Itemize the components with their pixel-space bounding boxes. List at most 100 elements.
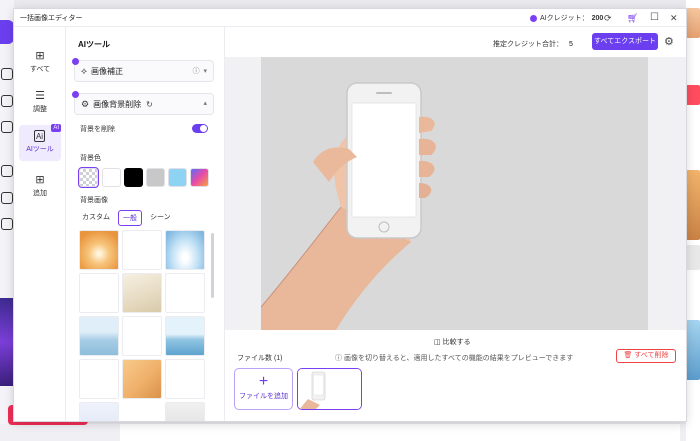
close-icon[interactable]: ✕ <box>670 12 678 24</box>
sliders-icon: ☰ <box>35 90 45 102</box>
file-thumbnail[interactable] <box>297 368 362 410</box>
compare-label: 比較する <box>442 339 471 346</box>
bg-thumb-5 <box>686 320 700 380</box>
status-dot <box>72 91 79 98</box>
info-chevron-icon[interactable]: ⓘ ▾ <box>193 66 207 76</box>
plus-box-icon: ⊞ <box>35 174 45 186</box>
bg-image-curtain[interactable] <box>122 273 162 313</box>
canvas-area <box>225 57 686 330</box>
bg-image-tabs: カスタム 一般 シーン <box>78 210 175 226</box>
remove-bg-toggle[interactable] <box>192 124 208 133</box>
bg-image-blank[interactable] <box>122 316 162 356</box>
bg-thumb-3 <box>686 170 700 240</box>
background-app-right <box>686 0 700 441</box>
bg-image-gray[interactable] <box>165 402 205 421</box>
bg-color-label: 背景色 <box>80 155 101 162</box>
preview-hint: ⓘ 画像を切り替えると、適用したすべての機能の結果をプレビューできます <box>335 353 573 363</box>
ai-credit-label: AIクレジット： <box>540 15 589 22</box>
delete-all-label: すべて削除 <box>634 352 669 359</box>
nav-item-label: 調整 <box>33 106 47 113</box>
title-bar: 一括画像エディター AIクレジット： 200 ⟳ 🛒︎ ☐ ✕ <box>14 9 686 27</box>
cart-icon[interactable]: 🛒︎ <box>627 12 638 24</box>
bg-image-pale[interactable] <box>79 402 119 421</box>
background-bottom-bar <box>0 424 700 441</box>
tab-scene[interactable]: シーン <box>146 210 175 226</box>
main-content: 推定クレジット合計： 5 すべてエクスポート ⚙ ◫ 比較する ファイル数 (1… <box>225 27 686 421</box>
status-dot <box>72 58 79 65</box>
credit-sum-value: 5 <box>569 41 573 48</box>
swatch-white[interactable] <box>102 168 121 187</box>
bg-image-sky-glow[interactable] <box>165 230 205 270</box>
layers-icon <box>1 165 13 177</box>
bg-image-ocean[interactable] <box>165 316 205 356</box>
gear-icon[interactable]: ⚙ <box>664 35 674 48</box>
chevron-up-icon[interactable]: ▴ <box>203 99 207 107</box>
file-thumbnail-image <box>298 369 361 409</box>
tool-enhance-card[interactable]: ⟡ 画像補正 ⓘ ▾ <box>72 58 214 82</box>
bg-image-sea[interactable] <box>79 316 119 356</box>
nav-rail: ⊞ すべて ☰ 調整 AI Ai AIツール ⊞ 追加 <box>14 27 66 421</box>
bg-image-sunburst[interactable] <box>79 230 119 270</box>
swatch-black[interactable] <box>124 168 143 187</box>
swatch-gradient[interactable] <box>190 168 209 187</box>
app-logo <box>0 20 14 44</box>
nav-item-label: 追加 <box>33 190 47 197</box>
nav-item-adjust[interactable]: ☰ 調整 <box>19 85 61 121</box>
refresh-icon[interactable]: ⟳ <box>604 12 612 24</box>
tool-enhance-label: 画像補正 <box>90 66 123 76</box>
panel-scrollbar[interactable] <box>211 233 214 298</box>
bg-image-blank[interactable] <box>165 359 205 399</box>
ai-credit-icon <box>530 14 537 22</box>
ai-credit-indicator: AIクレジット： 200 <box>530 12 603 24</box>
ai-credit-value: 200 <box>591 14 604 22</box>
swatch-gray[interactable] <box>146 168 165 187</box>
promo-banner <box>0 298 14 386</box>
bg-image-label: 背景画像 <box>80 197 108 204</box>
folder-icon <box>1 95 13 107</box>
swatch-light-blue[interactable] <box>168 168 187 187</box>
bg-image-warm-wall[interactable] <box>122 359 162 399</box>
reset-icon[interactable]: ↻ <box>146 100 153 109</box>
add-file-label: ファイルを追加 <box>239 393 288 400</box>
sparkle-icon: ⟡ <box>81 65 87 76</box>
preview-hint-text: 画像を切り替えると、適用したすべての機能の結果をプレビューできます <box>343 355 574 362</box>
compare-icon: ◫ <box>434 339 441 346</box>
trash-icon: 🗑︎ <box>623 352 633 359</box>
nav-item-label: AIツール <box>26 146 54 153</box>
bg-image-blank[interactable] <box>79 359 119 399</box>
maximize-icon[interactable]: ☐ <box>650 12 659 24</box>
bg-thumb-4 <box>686 245 700 270</box>
info-icon: ⓘ <box>335 355 342 362</box>
export-all-button[interactable]: すべてエクスポート <box>592 33 658 50</box>
home-icon <box>1 68 13 80</box>
swatch-transparent[interactable] <box>78 167 99 188</box>
file-count-label: ファイル数 (1) <box>237 355 283 362</box>
background-strip <box>120 424 680 441</box>
bg-image-blank[interactable] <box>122 230 162 270</box>
bg-thumb-1 <box>686 8 700 38</box>
hand-phone-image <box>261 82 436 330</box>
nav-item-ai-tools[interactable]: AI Ai AIツール <box>19 124 61 161</box>
document-icon <box>1 121 13 133</box>
add-file-button[interactable]: + ファイルを追加 <box>234 368 293 410</box>
estimated-credit: 推定クレジット合計： 5 <box>493 39 573 49</box>
ai-icon: Ai <box>34 130 45 142</box>
delete-all-button[interactable]: 🗑︎ すべて削除 <box>616 349 676 363</box>
image-preview <box>261 57 648 330</box>
remove-bg-label: 背景を削除 <box>80 126 115 133</box>
ai-badge: AI <box>51 124 61 132</box>
monitor-icon <box>1 218 13 230</box>
nav-item-label: すべて <box>29 66 51 73</box>
bg-image-blank[interactable] <box>79 273 119 313</box>
compare-toggle[interactable]: ◫ 比較する <box>434 337 471 347</box>
ai-tools-panel: AIツール ⟡ 画像補正 ⓘ ▾ ⚙ 画像背景削除 ↻ ▴ 背景を削除 背景色 … <box>66 27 225 421</box>
nav-item-all[interactable]: ⊞ すべて <box>19 45 61 81</box>
background-app-left <box>0 0 14 441</box>
tab-general[interactable]: 一般 <box>118 210 142 226</box>
tab-custom[interactable]: カスタム <box>78 210 114 226</box>
bg-image-blank[interactable] <box>165 273 205 313</box>
tool-remove-bg-card[interactable]: ⚙ 画像背景削除 ↻ ▴ <box>72 91 214 115</box>
panel-title: AIツール <box>78 40 110 49</box>
nav-item-add[interactable]: ⊞ 追加 <box>19 169 61 205</box>
batch-editor-window: 一括画像エディター AIクレジット： 200 ⟳ 🛒︎ ☐ ✕ ⊞ すべて ☰ … <box>14 9 686 421</box>
